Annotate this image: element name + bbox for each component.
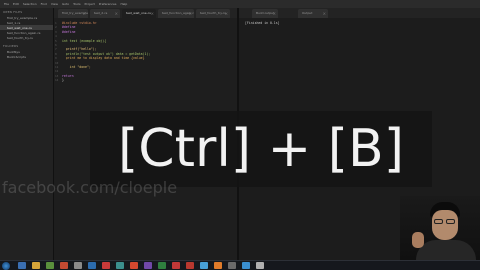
close-icon[interactable]: × bbox=[83, 9, 86, 18]
sidebar-open-file[interactable]: test_fourth_try.cs bbox=[0, 35, 53, 40]
close-icon[interactable]: × bbox=[323, 9, 326, 18]
code-line: println("test output ok") data = getData… bbox=[62, 51, 151, 56]
line-number: 12 bbox=[55, 69, 59, 74]
close-icon[interactable]: × bbox=[225, 9, 228, 18]
watermark-text: facebook.com/cloeple bbox=[2, 178, 178, 197]
code-line: int "done"; bbox=[62, 65, 91, 69]
taskbar-app-icon[interactable] bbox=[102, 262, 110, 269]
sidebar: OPEN FILES first_try_example.cs test_1.cs… bbox=[0, 8, 54, 260]
line-number: 14 bbox=[55, 78, 59, 83]
tab-label: Build output bbox=[256, 11, 275, 15]
start-button[interactable] bbox=[2, 262, 10, 270]
menu-item-selection[interactable]: Selection bbox=[23, 0, 37, 8]
menu-item-goto[interactable]: Goto bbox=[62, 0, 69, 8]
code-line: #define bbox=[62, 25, 76, 30]
tab[interactable]: test_function_again.cs × bbox=[158, 9, 194, 18]
folders-list: BuildSys Build-Scripts bbox=[0, 49, 53, 59]
close-icon[interactable]: × bbox=[189, 9, 192, 18]
keystroke-text: [Ctrl] + [B] bbox=[118, 119, 404, 179]
menu-item-view[interactable]: View bbox=[51, 0, 58, 8]
tab[interactable]: test_2.cs × bbox=[90, 9, 120, 18]
close-icon[interactable]: × bbox=[151, 9, 154, 18]
taskbar-app-icon[interactable] bbox=[88, 262, 96, 269]
open-files-list: first_try_example.cs test_1.cs test_wait_o… bbox=[0, 15, 53, 40]
webcam-overlay bbox=[400, 196, 480, 260]
keystroke-overlay: [Ctrl] + [B] bbox=[90, 111, 432, 187]
taskbar-app-icon[interactable] bbox=[256, 262, 264, 269]
line-number: 13 bbox=[55, 73, 59, 78]
output-text: [Finished in 0.1s] bbox=[245, 21, 280, 25]
code-line: int test (example obj){ bbox=[62, 38, 107, 43]
menu-item-file[interactable]: File bbox=[4, 0, 9, 8]
open-files-header: OPEN FILES bbox=[3, 10, 23, 14]
tab-bar: first_try_example.cs×test_2.cs×test_wait… bbox=[54, 8, 480, 18]
menu-bar: File Edit Selection Find View Goto Tools Projec… bbox=[0, 0, 480, 8]
close-icon[interactable]: × bbox=[273, 9, 276, 18]
code-line: printf("hello"); bbox=[62, 47, 97, 52]
folders-header: FOLDERS bbox=[3, 44, 19, 48]
taskbar-app-icon[interactable] bbox=[32, 262, 40, 269]
tab[interactable]: Output × bbox=[298, 9, 328, 18]
taskbar-app-icon[interactable] bbox=[46, 262, 54, 269]
line-number: 10 bbox=[55, 60, 59, 65]
tab-label: Output bbox=[302, 11, 313, 15]
taskbar bbox=[0, 260, 480, 270]
taskbar-app-icon[interactable] bbox=[60, 262, 68, 269]
code-line: print me to display data and time {value… bbox=[62, 56, 145, 61]
taskbar-app-icon[interactable] bbox=[200, 262, 208, 269]
webcam-glasses-left bbox=[434, 219, 443, 224]
tab[interactable]: test_wait_one.cs × bbox=[122, 9, 156, 18]
line-number: 6 bbox=[55, 43, 57, 47]
tab[interactable]: first_try_example.cs× bbox=[58, 9, 88, 18]
menu-item-preferences[interactable]: Preferences bbox=[99, 0, 117, 8]
taskbar-app-icon[interactable] bbox=[158, 262, 166, 269]
line-number: 9 bbox=[55, 56, 57, 61]
code-line: return bbox=[62, 73, 74, 78]
taskbar-app-icon[interactable] bbox=[116, 262, 124, 269]
line-number: 1 bbox=[55, 21, 57, 25]
tab-label: test_wait_one.cs bbox=[126, 11, 151, 15]
webcam-person-body bbox=[416, 240, 476, 260]
taskbar-app-icon[interactable] bbox=[74, 262, 82, 269]
menu-item-tools[interactable]: Tools bbox=[73, 0, 80, 8]
taskbar-app-icon[interactable] bbox=[144, 262, 152, 269]
menu-item-find[interactable]: Find bbox=[41, 0, 47, 8]
line-number: 4 bbox=[55, 34, 57, 39]
tab[interactable]: test_fourth_try.cs × bbox=[196, 9, 230, 18]
line-number: 8 bbox=[55, 51, 57, 56]
code-line: } bbox=[62, 78, 64, 83]
menu-item-help[interactable]: Help bbox=[120, 0, 127, 8]
taskbar-app-icon[interactable] bbox=[130, 262, 138, 269]
menu-item-edit[interactable]: Edit bbox=[13, 0, 19, 8]
webcam-person-face bbox=[432, 210, 458, 240]
webcam-glasses-right bbox=[446, 219, 455, 224]
tab-label: test_2.cs bbox=[94, 11, 108, 15]
menu-item-project[interactable]: Project bbox=[85, 0, 95, 8]
line-number: 5 bbox=[55, 38, 57, 43]
webcam-person-hand bbox=[412, 232, 424, 248]
line-number: 2 bbox=[55, 25, 57, 30]
tab-label: test_fourth_try.cs bbox=[200, 11, 226, 15]
taskbar-app-icon[interactable] bbox=[186, 262, 194, 269]
line-number: 3 bbox=[55, 29, 57, 34]
line-number: 7 bbox=[55, 47, 57, 52]
code-line: #define bbox=[62, 29, 76, 34]
taskbar-app-icon[interactable] bbox=[214, 262, 222, 269]
taskbar-app-icon[interactable] bbox=[18, 262, 26, 269]
taskbar-app-icon[interactable] bbox=[242, 262, 250, 269]
taskbar-app-icon[interactable] bbox=[172, 262, 180, 269]
code-line: #include <stdio.h> bbox=[62, 21, 97, 25]
tab[interactable]: Build output × bbox=[252, 9, 278, 18]
sidebar-folder[interactable]: Build-Scripts bbox=[0, 54, 53, 59]
close-icon[interactable]: × bbox=[115, 9, 118, 18]
taskbar-app-icon[interactable] bbox=[228, 262, 236, 269]
line-number: 11 bbox=[55, 65, 59, 69]
